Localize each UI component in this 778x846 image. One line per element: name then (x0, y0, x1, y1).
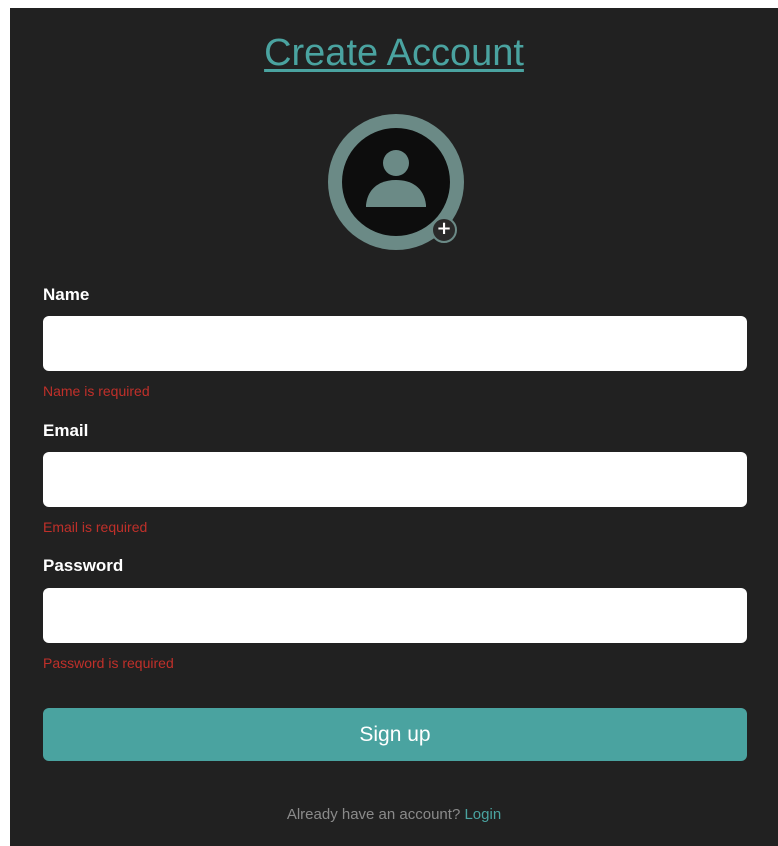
password-input[interactable] (43, 588, 747, 643)
email-label: Email (43, 421, 89, 440)
email-error: Email is required (43, 519, 148, 535)
password-label: Password (43, 556, 124, 575)
login-prompt-text: Already have an account? (286, 806, 461, 823)
email-input[interactable] (43, 452, 747, 507)
password-error: Password is required (43, 655, 174, 671)
name-error: Name is required (43, 383, 150, 399)
page-title: Create Account (264, 32, 524, 74)
name-label: Name (43, 285, 90, 304)
login-prompt: Already have an account? Login (10, 806, 778, 823)
plus-icon[interactable]: + (431, 217, 457, 243)
login-link[interactable]: Login (464, 806, 501, 823)
name-input[interactable] (43, 316, 747, 371)
signup-panel: Create Account + Name Name is required E… (10, 8, 778, 846)
avatar-upload[interactable]: + (328, 114, 464, 250)
signup-button[interactable]: Sign up (43, 708, 747, 761)
